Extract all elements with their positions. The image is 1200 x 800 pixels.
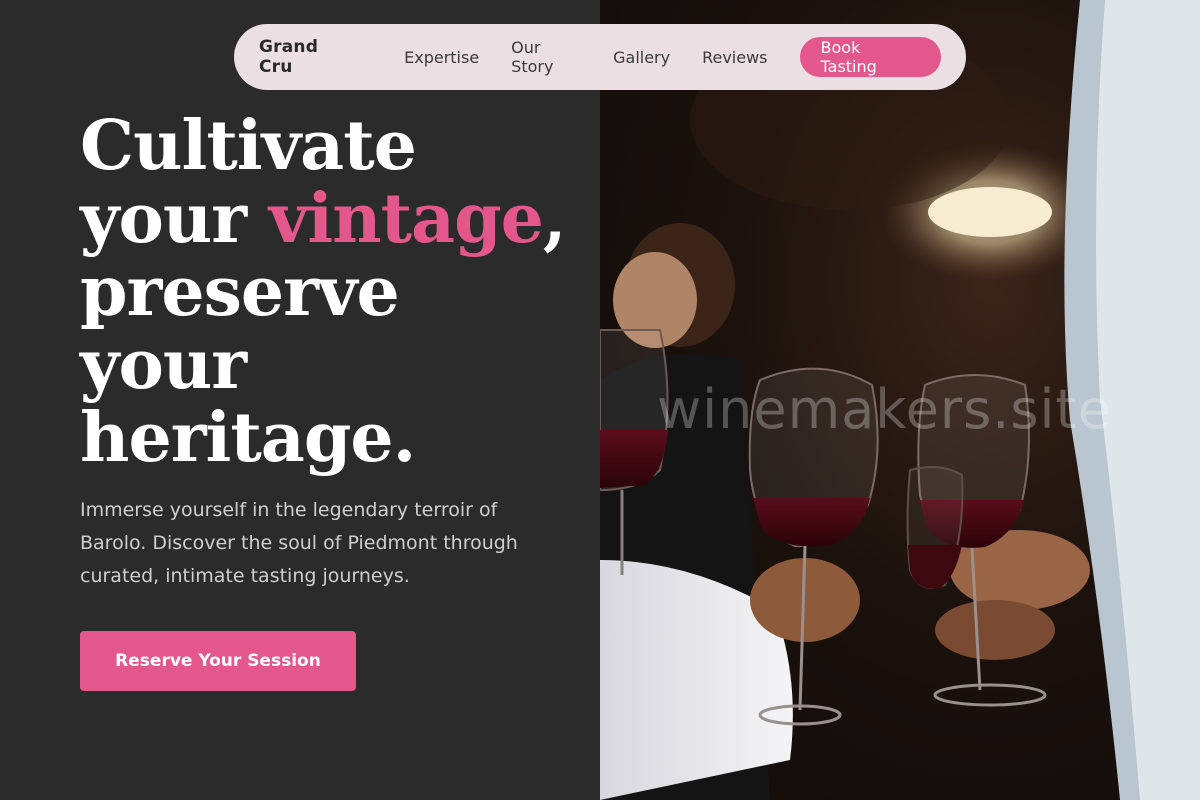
hero-subtext: Immerse yourself in the legendary terroi… <box>80 499 518 587</box>
hero-headline: Cultivate your vintage, preserve your he… <box>80 110 580 475</box>
nav-link-expertise[interactable]: Expertise <box>404 48 479 67</box>
nav-link-our-story[interactable]: Our Story <box>511 38 581 76</box>
headline-accent: vintage <box>268 179 544 259</box>
nav-links: Expertise Our Story Gallery Reviews <box>404 38 799 76</box>
brand-logo[interactable]: Grand Cru <box>259 37 356 77</box>
nav-link-reviews[interactable]: Reviews <box>702 48 767 67</box>
reserve-session-button[interactable]: Reserve Your Session <box>80 631 356 691</box>
book-tasting-button[interactable]: Book Tasting <box>799 37 941 77</box>
watermark: winemakers.site <box>657 378 1112 441</box>
navbar: Grand Cru Expertise Our Story Gallery Re… <box>234 24 966 90</box>
nav-link-gallery[interactable]: Gallery <box>613 48 670 67</box>
